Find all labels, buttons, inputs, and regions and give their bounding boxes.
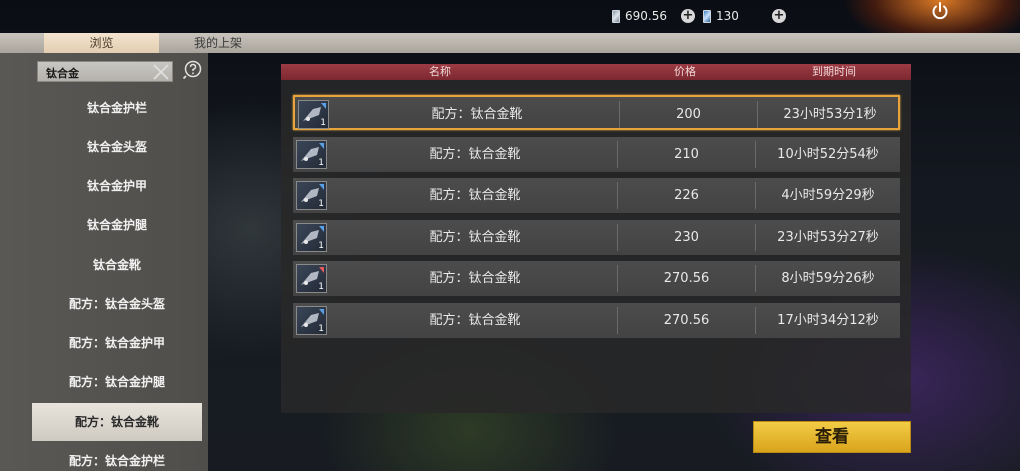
item-expire-time: 8小时59分26秒 [781,271,875,286]
recipe-scroll-icon: 1 [296,181,327,210]
silver-coin-icon [612,9,620,23]
table-row[interactable]: 1 配方：钛合金靴 270.56 8小时59分26秒 [293,261,900,296]
tab-bar: 浏览 我的上架 [0,33,1020,53]
add-ticket-button[interactable]: + [772,9,786,23]
sidebar-item[interactable]: 配方：钛合金护甲 [32,324,202,362]
tab-browse[interactable]: 浏览 [44,33,159,53]
tab-my-listings[interactable]: 我的上架 [159,33,277,53]
sidebar-item[interactable]: 配方：钛合金护栏 [32,442,202,471]
header-name: 名称 [429,65,451,78]
item-expire-time: 10小时52分54秒 [777,147,879,162]
sidebar-item[interactable]: 钛合金护甲 [32,167,202,205]
recipe-scroll-icon: 1 [296,223,327,252]
item-expire-time: 23小时53分27秒 [777,230,879,245]
recipe-scroll-icon: 1 [296,140,327,169]
table-row[interactable]: 1 配方：钛合金靴 210 10小时52分54秒 [293,137,900,172]
close-icon[interactable] [151,62,171,82]
item-quantity: 1 [318,158,324,168]
sidebar-item-selected[interactable]: 配方：钛合金靴 [32,403,202,441]
item-expire-time: 17小时34分12秒 [777,313,879,328]
item-name: 配方：钛合金靴 [429,271,521,286]
recipe-scroll-icon: 1 [296,306,327,335]
item-name: 配方：钛合金靴 [429,230,521,245]
listing-panel: 名称 价格 到期时间 1 配方：钛合金靴 200 23小时53分1秒 1 配方：… [281,64,911,413]
item-name: 配方：钛合金靴 [429,147,521,162]
table-row[interactable]: 1 配方：钛合金靴 270.56 17小时34分12秒 [293,303,900,338]
item-expire-time: 23小时53分1秒 [783,107,877,122]
sidebar-item[interactable]: 钛合金头盔 [32,128,202,166]
search-value: 钛合金 [46,67,79,80]
recipe-scroll-icon: 1 [296,264,327,293]
power-icon[interactable] [930,1,950,21]
item-name: 配方：钛合金靴 [429,313,521,328]
item-price: 270.56 [663,313,710,328]
item-price: 210 [674,147,699,162]
category-sidebar: 钛合金 钛合金护栏 钛合金头盔 钛合金护甲 钛合金护腿 钛合金靴 配方：钛合金头… [0,53,208,471]
help-icon[interactable] [182,60,202,80]
table-row[interactable]: 1 配方：钛合金靴 230 23小时53分27秒 [293,220,900,255]
silver-amount: 690.56 [625,9,667,23]
table-row-selected[interactable]: 1 配方：钛合金靴 200 23小时53分1秒 [293,95,900,130]
item-quantity: 1 [320,118,326,128]
header-expire: 到期时间 [812,65,856,78]
item-name: 配方：钛合金靴 [431,107,523,122]
ticket-card-icon [703,9,711,23]
item-quantity: 1 [318,282,324,292]
sidebar-item[interactable]: 钛合金靴 [32,246,202,284]
sidebar-item[interactable]: 配方：钛合金护腿 [32,363,202,401]
ticket-amount: 130 [716,9,739,23]
table-row[interactable]: 1 配方：钛合金靴 226 4小时59分29秒 [293,178,900,213]
sidebar-item[interactable]: 配方：钛合金头盔 [32,285,202,323]
item-quantity: 1 [318,241,324,251]
item-price: 270.56 [663,271,710,286]
item-quantity: 1 [318,324,324,334]
table-header: 名称 价格 到期时间 [281,64,911,80]
sidebar-item[interactable]: 钛合金护栏 [32,89,202,127]
item-name: 配方：钛合金靴 [429,188,521,203]
view-button[interactable]: 查看 [753,421,911,453]
recipe-scroll-icon: 1 [298,100,329,129]
add-silver-button[interactable]: + [681,9,695,23]
top-bar: 690.56 + 130 + [0,0,1020,32]
silver-currency: 690.56 [612,9,667,23]
item-price: 230 [674,230,699,245]
sidebar-item[interactable]: 钛合金护腿 [32,206,202,244]
ticket-currency: 130 [703,9,739,23]
item-price: 226 [674,188,699,203]
item-quantity: 1 [318,199,324,209]
header-price: 价格 [674,65,696,78]
item-price: 200 [676,107,701,122]
item-expire-time: 4小时59分29秒 [781,188,875,203]
